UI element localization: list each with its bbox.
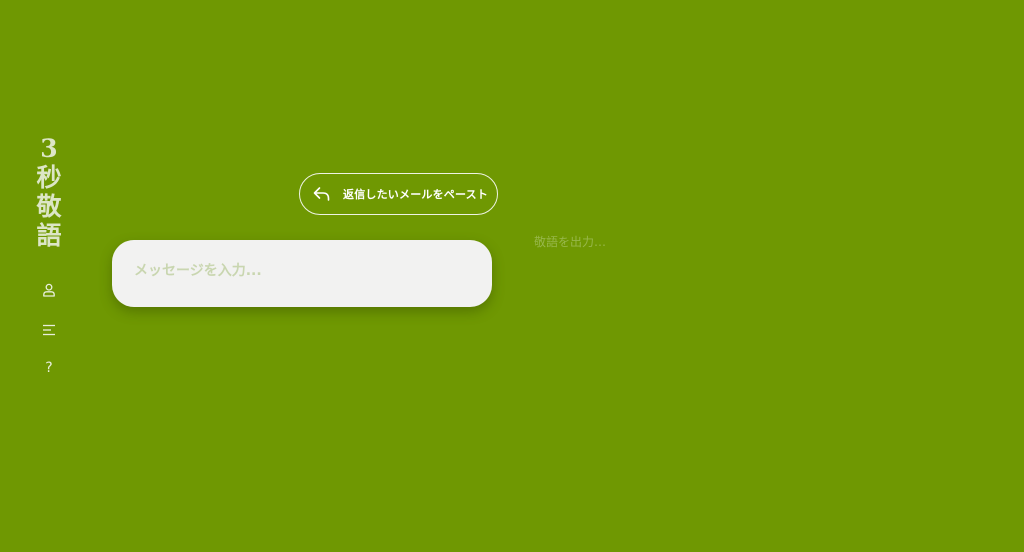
help-icon[interactable]: ?: [40, 359, 58, 377]
app-logo: 3 秒 敬 語: [32, 134, 66, 250]
logo-char: 語: [36, 221, 62, 250]
message-input-card: [112, 240, 492, 307]
logo-char: 敬: [36, 192, 62, 221]
message-input[interactable]: [134, 260, 474, 288]
user-icon[interactable]: [40, 281, 58, 299]
logo-char: 3: [40, 134, 58, 163]
menu-icon[interactable]: [40, 321, 58, 339]
logo-char: 秒: [36, 163, 62, 192]
paste-email-button[interactable]: 返信したいメールをペースト: [299, 173, 498, 215]
app-page: 3 秒 敬 語 ? 返信したいメールをペースト 敬: [0, 0, 1024, 552]
reply-icon: [313, 185, 331, 203]
paste-button-label: 返信したいメールをペースト: [343, 188, 489, 201]
help-glyph: ?: [45, 360, 53, 376]
output-placeholder: 敬語を出力…: [534, 235, 607, 249]
